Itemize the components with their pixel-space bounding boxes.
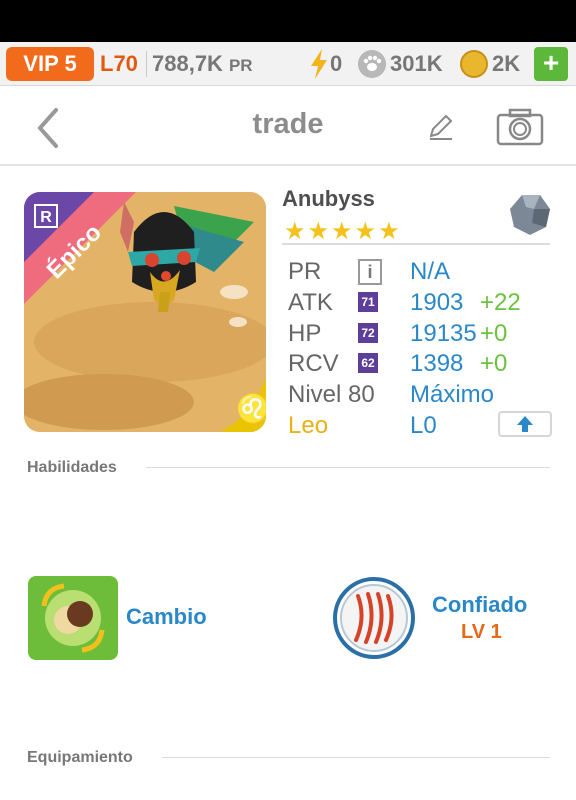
stat-label: Leo	[288, 412, 329, 439]
stat-rank-badge: 71	[358, 292, 378, 312]
paw-icon	[358, 50, 386, 78]
equipment-heading: Equipamiento	[27, 749, 133, 766]
monster-name: Anubyss	[282, 186, 375, 211]
resource-bar: VIP 5 L70 788,7K PR 0 301K 2K +	[0, 42, 576, 86]
nav-bar: trade	[0, 86, 576, 166]
upgrade-button[interactable]	[498, 411, 552, 437]
stats-divider	[282, 243, 550, 245]
food-count: 301K	[390, 51, 443, 76]
rune-slot-icon: R	[34, 204, 58, 228]
skills-heading: Habilidades	[27, 459, 117, 476]
passive-skill-level: LV 1	[461, 621, 502, 643]
stat-bonus: +0	[480, 320, 508, 347]
stat-rank-badge: 72	[358, 323, 378, 343]
stat-row-hp: HP 72 19135 +0	[288, 320, 558, 350]
energy-count: 0	[330, 51, 343, 76]
stat-rank-badge: 62	[358, 353, 378, 373]
camera-icon[interactable]	[496, 108, 544, 146]
claw-passive-icon[interactable]	[332, 576, 416, 660]
star-rating: ★★★★★	[284, 218, 402, 245]
monster-portrait[interactable]: R Épico ♌	[24, 192, 266, 432]
equipment-divider	[162, 757, 550, 758]
stat-label: ATK	[288, 289, 333, 316]
stat-label: RCV	[288, 350, 339, 377]
lightning-icon	[311, 49, 327, 79]
svg-text:R: R	[40, 209, 52, 226]
power-rating: 788,7K PR	[152, 47, 253, 81]
coin-icon	[460, 50, 488, 78]
add-currency-button[interactable]: +	[534, 47, 568, 81]
stat-value: 19135	[410, 320, 477, 347]
swap-skill-icon[interactable]	[28, 576, 118, 660]
power-value: 788,7K	[152, 51, 223, 76]
stat-row-rcv: RCV 62 1398 +0	[288, 350, 558, 380]
stat-bonus: +0	[480, 350, 508, 377]
stat-bonus: +22	[480, 289, 521, 316]
power-unit: PR	[228, 56, 253, 75]
stat-row-level: Nivel 80 Máximo	[288, 381, 558, 411]
player-level: L70	[100, 51, 138, 76]
stat-label: PR	[288, 258, 322, 285]
stat-label: Nivel 80	[288, 381, 375, 408]
gold-count: 2K	[492, 51, 521, 76]
active-skill-name: Cambio	[126, 604, 207, 629]
stat-value: L0	[410, 412, 437, 439]
skills-divider	[146, 467, 550, 468]
stat-label: HP	[288, 320, 322, 347]
resource-divider	[146, 51, 147, 77]
info-button[interactable]: i	[358, 259, 382, 285]
rune-gem-icon[interactable]	[508, 193, 552, 237]
stat-value: N/A	[410, 258, 451, 285]
passive-skill-name: Confiado	[432, 592, 528, 617]
status-bar	[0, 0, 576, 42]
stat-row-atk: ATK 71 1903 +22	[288, 289, 558, 319]
vip-badge[interactable]: VIP 5	[6, 47, 94, 81]
stat-row-pr: PR i N/A	[288, 258, 558, 288]
page-title: trade	[252, 108, 324, 140]
edit-pencil-icon[interactable]	[426, 112, 456, 142]
stat-value: Máximo	[410, 381, 495, 408]
stat-value: 1398	[410, 350, 464, 377]
swap-skill-art	[28, 576, 118, 660]
upgrade-arrow-icon	[517, 416, 533, 432]
zodiac-symbol: ♌	[236, 393, 266, 424]
stat-value: 1903	[410, 289, 464, 316]
